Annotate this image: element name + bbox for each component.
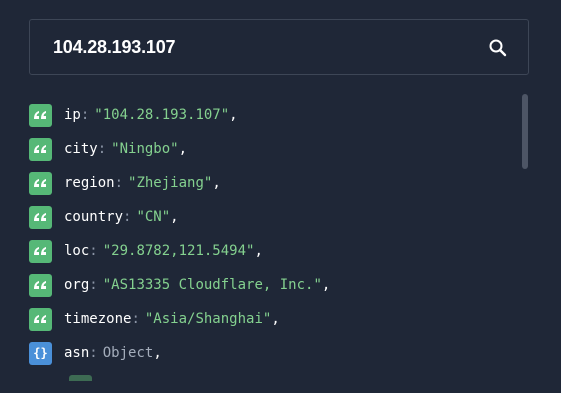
quote-icon bbox=[29, 308, 52, 331]
comma: , bbox=[212, 175, 221, 191]
comma: , bbox=[229, 107, 238, 123]
json-key: region bbox=[64, 175, 115, 191]
search-icon[interactable] bbox=[488, 38, 508, 58]
colon: : bbox=[123, 209, 132, 225]
quote-icon bbox=[69, 375, 92, 381]
json-value: "104.28.193.107" bbox=[94, 107, 230, 123]
json-key: org bbox=[64, 277, 90, 293]
json-value: "Asia/Shanghai" bbox=[144, 311, 272, 327]
json-value: "AS13335 Cloudflare, Inc." bbox=[102, 277, 322, 293]
json-row-region: region: "Zhejiang", bbox=[29, 168, 509, 202]
json-row-loc: loc: "29.8782,121.5494", bbox=[29, 236, 509, 270]
search-input[interactable] bbox=[53, 20, 473, 74]
colon: : bbox=[131, 311, 140, 327]
comma: , bbox=[153, 345, 162, 361]
comma: , bbox=[271, 311, 280, 327]
search-box[interactable] bbox=[29, 19, 529, 75]
quote-icon bbox=[29, 172, 52, 195]
json-value: "Zhejiang" bbox=[128, 175, 213, 191]
json-row-org: org: "AS13335 Cloudflare, Inc.", bbox=[29, 270, 509, 304]
colon: : bbox=[89, 277, 98, 293]
quote-icon bbox=[29, 206, 52, 229]
scrollbar-thumb[interactable] bbox=[522, 94, 528, 169]
json-key: timezone bbox=[64, 311, 132, 327]
quote-icon bbox=[29, 138, 52, 161]
colon: : bbox=[114, 175, 124, 191]
json-key: asn bbox=[64, 345, 90, 361]
comma: , bbox=[178, 141, 188, 157]
json-value: Object bbox=[102, 345, 154, 361]
colon: : bbox=[97, 141, 107, 157]
comma: , bbox=[170, 209, 179, 225]
json-key: country bbox=[64, 209, 124, 225]
json-key: loc bbox=[64, 243, 90, 259]
quote-icon bbox=[29, 240, 52, 263]
json-row-ip: ip: "104.28.193.107", bbox=[29, 100, 509, 134]
json-key: ip bbox=[64, 107, 81, 123]
braces-icon[interactable]: {} bbox=[29, 342, 52, 365]
json-key: city bbox=[64, 141, 98, 157]
json-row-asn[interactable]: {} asn: Object, bbox=[29, 338, 509, 372]
json-row-city: city: "Ningbo", bbox=[29, 134, 509, 168]
json-row-partial bbox=[29, 372, 509, 393]
brace-glyph: {} bbox=[33, 346, 48, 360]
colon: : bbox=[89, 345, 98, 361]
comma: , bbox=[321, 277, 331, 293]
json-value: "Ningbo" bbox=[111, 141, 179, 157]
comma: , bbox=[254, 243, 263, 259]
json-value: "29.8782,121.5494" bbox=[102, 243, 255, 259]
quote-icon bbox=[29, 274, 52, 297]
colon: : bbox=[89, 243, 98, 259]
json-row-country: country: "CN", bbox=[29, 202, 509, 236]
json-result-list: ip: "104.28.193.107", city: "Ningbo", regi… bbox=[29, 100, 509, 393]
quote-icon bbox=[29, 104, 52, 127]
colon: : bbox=[80, 107, 90, 123]
json-value: "CN" bbox=[136, 209, 171, 225]
json-row-timezone: timezone: "Asia/Shanghai", bbox=[29, 304, 509, 338]
